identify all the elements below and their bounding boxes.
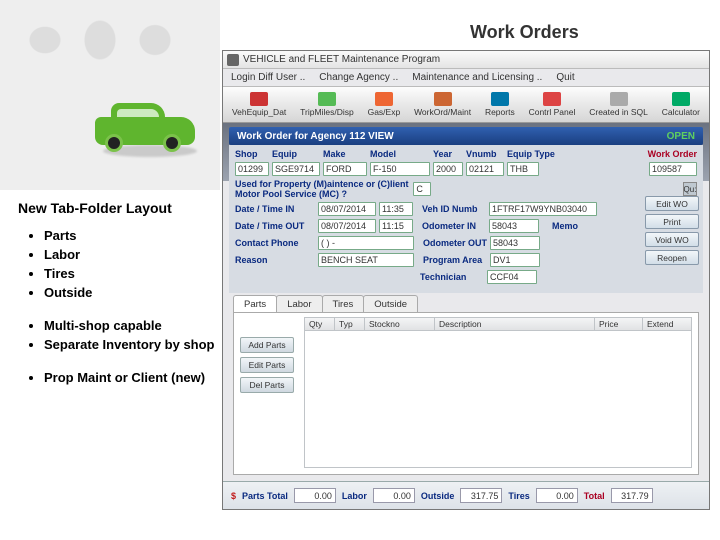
menu-item[interactable]: Change Agency .. [319, 72, 398, 83]
grid-body[interactable] [304, 331, 692, 468]
menu-bar: Login Diff User .. Change Agency .. Main… [223, 69, 709, 87]
fld-odo-in[interactable]: 58043 [489, 219, 539, 233]
work-order-header: Work Order for Agency 112 VIEW OPEN [229, 127, 703, 145]
currency-symbol: $ [231, 491, 236, 501]
toolbar-btn-reports[interactable]: Reports [485, 92, 515, 117]
fld-date-out[interactable]: 08/07/2014 [318, 219, 376, 233]
fld-time-out[interactable]: 11:15 [379, 219, 413, 233]
toolbar-btn-gas[interactable]: Gas/Exp [368, 92, 401, 117]
fld-reason[interactable]: BENCH SEAT [318, 253, 414, 267]
void-wo-button[interactable]: Void WO [645, 232, 699, 247]
lbl-model: Model [370, 149, 430, 159]
menu-item[interactable]: Login Diff User .. [231, 72, 305, 83]
tab-outside[interactable]: Outside [363, 295, 418, 312]
slide-title: Work Orders [470, 22, 579, 43]
val-tires-total: 0.00 [536, 488, 578, 503]
col-price: Price [595, 318, 643, 330]
lbl-etype: Equip Type [507, 149, 557, 159]
col-extend: Extend [643, 318, 691, 330]
lbl-memo: Memo [552, 221, 578, 231]
lbl-odo-in: Odometer IN [422, 221, 486, 231]
fld-year[interactable]: 2000 [433, 162, 463, 176]
wo-header-title: Work Order for Agency 112 VIEW [237, 131, 394, 142]
lbl-make: Make [323, 149, 367, 159]
fld-etype[interactable]: THB [507, 162, 539, 176]
toolbar-btn-ctrlpanel[interactable]: Contrl Panel [529, 92, 576, 117]
del-parts-button[interactable]: Del Parts [240, 377, 294, 393]
col-stockno: Stockno [365, 318, 435, 330]
tab-labor[interactable]: Labor [276, 295, 322, 312]
edit-wo-button[interactable]: Edit WO [645, 196, 699, 211]
work-order-form: Shop Equip Make Model Year Vnumb Equip T… [229, 145, 703, 293]
print-button[interactable]: Print [645, 214, 699, 229]
fld-model[interactable]: F-150 [370, 162, 430, 176]
detail-tabs: Parts Labor Tires Outside [233, 295, 417, 312]
app-window: VEHICLE and FLEET Maintenance Program Lo… [222, 50, 710, 510]
grid-header: Qty Typ Stockno Description Price Extend [304, 317, 692, 331]
tab-parts[interactable]: Parts [233, 295, 277, 312]
lbl-year: Year [433, 149, 463, 159]
fld-odo-out[interactable]: 58043 [490, 236, 540, 250]
menu-item[interactable]: Maintenance and Licensing .. [412, 72, 542, 83]
lbl-cp: Contact Phone [235, 238, 315, 248]
app-title: VEHICLE and FLEET Maintenance Program [243, 54, 440, 65]
fld-mc[interactable]: C [413, 182, 431, 196]
val-labor-total: 0.00 [373, 488, 415, 503]
fld-equip[interactable]: SGE9714 [272, 162, 320, 176]
toolbar-btn-calc[interactable]: Calculator [662, 92, 700, 117]
totals-bar: $ Parts Total 0.00 Labor 0.00 Outside 31… [223, 481, 709, 509]
toolbar-btn-trip[interactable]: TripMiles/Disp [300, 92, 354, 117]
lbl-vin: Veh ID Numb [422, 204, 486, 214]
edit-parts-button[interactable]: Edit Parts [240, 357, 294, 373]
fld-date-in[interactable]: 08/07/2014 [318, 202, 376, 216]
toolbar-btn-workord[interactable]: WorkOrd/Maint [414, 92, 471, 117]
val-outside-total: 317.75 [460, 488, 502, 503]
lbl-parts-total: Parts Total [242, 491, 288, 501]
lbl-grand-total: Total [584, 491, 605, 501]
menu-item[interactable]: Quit [556, 72, 574, 83]
val-parts-total: 0.00 [294, 488, 336, 503]
col-desc: Description [435, 318, 595, 330]
tab-pane: Add Parts Edit Parts Del Parts Qty Typ S… [233, 312, 699, 475]
lbl-shop: Shop [235, 149, 269, 159]
fld-vnumb[interactable]: 02121 [466, 162, 504, 176]
app-titlebar: VEHICLE and FLEET Maintenance Program [223, 51, 709, 69]
lbl-wo: Work Order [648, 149, 697, 159]
tab-tires[interactable]: Tires [322, 295, 365, 312]
fld-pa[interactable]: DV1 [490, 253, 540, 267]
col-typ: Typ [335, 318, 365, 330]
col-qty: Qty [305, 318, 335, 330]
app-icon [227, 54, 239, 66]
lbl-reason: Reason [235, 255, 315, 265]
qu-button[interactable]: Qu: [683, 182, 697, 196]
lbl-tires-total: Tires [508, 491, 529, 501]
lbl-odo-out: Odometer OUT [423, 238, 487, 248]
toolbar-btn-vehequip[interactable]: VehEquip_Dat [232, 92, 286, 117]
toolbar: VehEquip_Dat TripMiles/Disp Gas/Exp Work… [223, 87, 709, 123]
wo-status: OPEN [667, 131, 695, 142]
reopen-button[interactable]: Reopen [645, 250, 699, 265]
lbl-equip: Equip [272, 149, 320, 159]
lbl-pa: Program Area [423, 255, 487, 265]
lbl-dti: Date / Time IN [235, 204, 315, 214]
fld-phone[interactable]: ( ) - [318, 236, 414, 250]
lbl-labor-total: Labor [342, 491, 367, 501]
add-parts-button[interactable]: Add Parts [240, 337, 294, 353]
fld-make[interactable]: FORD [323, 162, 367, 176]
fld-shop[interactable]: 01299 [235, 162, 269, 176]
lbl-tech: Technician [420, 272, 484, 282]
lbl-used-for: Used for Property (M)aintence or (C)lien… [235, 179, 410, 199]
lbl-dto: Date / Time OUT [235, 221, 315, 231]
lbl-outside-total: Outside [421, 491, 455, 501]
lbl-vnumb: Vnumb [466, 149, 504, 159]
toolbar-btn-sql[interactable]: Created in SQL [589, 92, 648, 117]
fld-time-in[interactable]: 11:35 [379, 202, 413, 216]
val-grand-total: 317.79 [611, 488, 653, 503]
fld-wo[interactable]: 109587 [649, 162, 697, 176]
fld-vin[interactable]: 1FTRF17W9YNB03040 [489, 202, 597, 216]
fld-tech[interactable]: CCF04 [487, 270, 537, 284]
